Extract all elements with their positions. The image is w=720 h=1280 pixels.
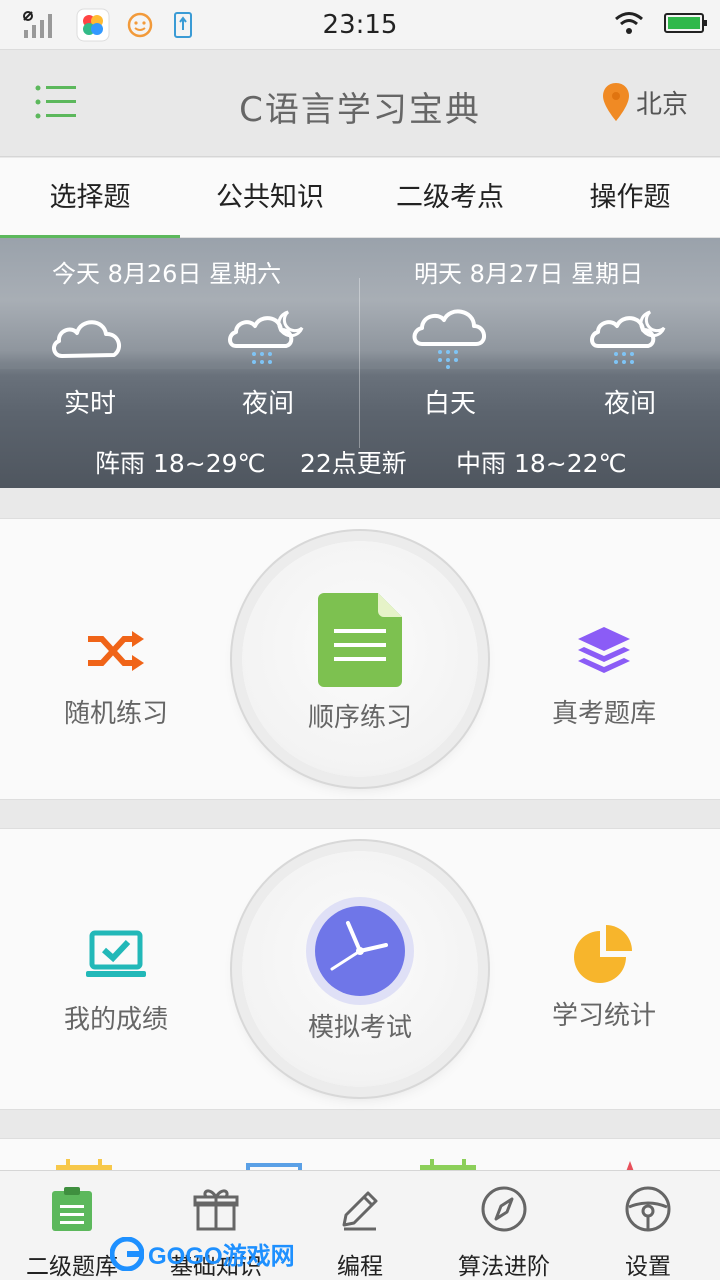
compass-icon [481, 1186, 527, 1232]
exam-card: 我的成绩 模拟考试 学习统计 [0, 828, 720, 1110]
weather-tomorrow-summary: 中雨 18~22℃ [456, 449, 627, 478]
laptop-check-icon [86, 930, 146, 977]
night-rain-icon [228, 310, 304, 364]
tab-choice[interactable]: 选择题 [0, 158, 180, 238]
status-time: 23:15 [322, 10, 398, 40]
my-scores-label: 我的成绩 [63, 1005, 168, 1035]
night-rain-icon [590, 310, 666, 364]
location-pin-icon [602, 83, 629, 121]
status-icons-right [614, 10, 707, 36]
weather-today-summary: 阵雨 18~29℃ [95, 449, 266, 478]
cloudy-icon [52, 320, 122, 358]
notepad-icon [52, 1187, 92, 1231]
steering-wheel-icon [625, 1186, 671, 1232]
watermark-text: GOGO游戏网 [148, 1243, 295, 1270]
sequential-practice-button[interactable]: 顺序练习 [242, 541, 478, 777]
real-exam-bank-label: 真考题库 [551, 699, 656, 729]
watermark: GOGO游戏网 [110, 1236, 295, 1271]
nav-algorithm-label: 算法进阶 [458, 1254, 550, 1280]
nav-settings[interactable]: 设置 [576, 1171, 720, 1280]
weather-divider [359, 278, 360, 448]
status-bar: 23:15 [0, 0, 720, 50]
random-practice-label: 随机练习 [63, 699, 168, 729]
battery-icon [664, 13, 707, 33]
rain-icon [412, 309, 486, 369]
layers-icon [578, 627, 630, 673]
gift-icon [193, 1189, 239, 1231]
location-button[interactable]: 北京 [602, 82, 688, 122]
wifi-icon [615, 12, 643, 34]
my-scores-button[interactable]: 我的成绩 [26, 925, 206, 1036]
nav-programming[interactable]: 编程 [288, 1171, 432, 1280]
nav-algorithm[interactable]: 算法进阶 [432, 1171, 576, 1280]
study-stats-button[interactable]: 学习统计 [514, 921, 694, 1032]
random-practice-button[interactable]: 随机练习 [26, 619, 206, 730]
pencil-icon [342, 1191, 378, 1231]
tab-bar: 选择题 公共知识 二级考点 操作题 [0, 158, 720, 238]
weather-today-slot2: 夜间 [241, 389, 294, 419]
weather-today-date: 今天 8月26日 星期六 [52, 260, 282, 288]
bottom-nav: 二级题库 基础知识 编程 算法进阶 设置 [0, 1170, 720, 1280]
sequential-practice-label: 顺序练习 [307, 703, 412, 733]
tab-level2-points[interactable]: 二级考点 [360, 158, 540, 237]
weather-update-time: 22点更新 [300, 449, 407, 478]
real-exam-bank-button[interactable]: 真考题库 [514, 619, 694, 730]
weather-tomorrow-slot1: 白天 [423, 389, 476, 419]
mock-exam-label: 模拟考试 [307, 1013, 412, 1043]
nav-programming-label: 编程 [337, 1254, 383, 1280]
weather-tomorrow-slot2: 夜间 [603, 389, 656, 419]
weather-tomorrow-date: 明天 8月27日 星期日 [414, 260, 644, 288]
shuffle-icon [88, 631, 144, 671]
weather-panel: 今天 8月26日 星期六 明天 8月27日 星期日 实时 夜间 白天 夜间 阵雨… [0, 238, 720, 488]
tab-operation[interactable]: 操作题 [540, 158, 720, 237]
location-label: 北京 [635, 89, 688, 120]
weather-today-slot1: 实时 [63, 389, 116, 419]
pie-chart-icon [574, 925, 632, 983]
clock-icon [306, 897, 414, 1005]
document-icon [318, 593, 402, 687]
watermark-logo-icon [110, 1236, 144, 1271]
mock-exam-button[interactable]: 模拟考试 [242, 851, 478, 1087]
nav-settings-label: 设置 [625, 1254, 671, 1280]
study-stats-label: 学习统计 [551, 1001, 656, 1031]
app-header: C语言学习宝典 北京 [0, 50, 720, 157]
tab-common-knowledge[interactable]: 公共知识 [180, 158, 360, 237]
practice-card: 随机练习 顺序练习 真考题库 [0, 518, 720, 800]
